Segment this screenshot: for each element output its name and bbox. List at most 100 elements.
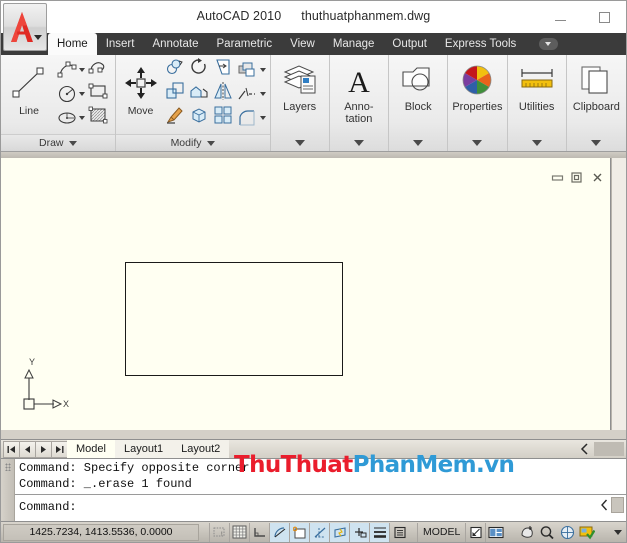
array-flyout-caret-icon[interactable] (259, 67, 266, 72)
panel-block-caret-icon[interactable] (413, 140, 424, 146)
panel-properties-caret-icon[interactable] (472, 140, 483, 146)
tab-output[interactable]: Output (383, 33, 436, 55)
mirror-icon (213, 81, 233, 106)
layout-tab-layout2[interactable]: Layout2 (172, 440, 230, 458)
dynamic-input-toggle[interactable] (349, 522, 369, 542)
tab-express-tools[interactable]: Express Tools (436, 33, 525, 55)
layout-bar-right (580, 440, 626, 458)
polyline-button[interactable] (86, 58, 109, 81)
nav-last-button[interactable] (51, 440, 68, 458)
hatch-button[interactable] (86, 106, 109, 129)
panel-annotation[interactable]: A Anno- tation (330, 55, 390, 151)
panel-layers-caret-icon[interactable] (294, 140, 305, 146)
fillet-flyout-caret-icon[interactable] (259, 115, 266, 120)
move-button[interactable]: Move (120, 58, 162, 117)
panel-utilities-caret-icon[interactable] (531, 140, 542, 146)
zoom-button[interactable] (537, 523, 557, 542)
layout-tab-model[interactable]: Model (67, 440, 115, 458)
tab-manage[interactable]: Manage (324, 33, 384, 55)
pan-button[interactable] (517, 523, 537, 542)
drawing-close-button[interactable] (591, 171, 604, 184)
mirror-button[interactable] (212, 82, 235, 105)
scale-button[interactable] (164, 82, 187, 105)
circle-flyout-caret-icon[interactable] (79, 91, 85, 96)
infer-constraints-toggle[interactable]: ! (209, 522, 229, 542)
arc-flyout-caret-icon[interactable] (79, 67, 85, 72)
nav-prev-button[interactable] (19, 440, 36, 458)
explode-button[interactable] (188, 106, 211, 129)
model-space-button[interactable]: MODEL (417, 522, 465, 542)
clean-screen-button[interactable] (577, 523, 597, 542)
status-bar-overflow-caret-icon[interactable] (614, 529, 622, 535)
panel-utilities[interactable]: Utilities (508, 55, 567, 151)
line-button[interactable]: Line (5, 58, 53, 117)
fillet-button[interactable] (236, 106, 266, 129)
circle-button[interactable] (55, 82, 85, 105)
panel-properties[interactable]: Properties (448, 55, 508, 151)
coordinates-display[interactable]: 1425.7234, 1413.5536, 0.0000 (3, 523, 199, 541)
snap-grid-toggle[interactable] (229, 522, 249, 542)
move-icon (121, 60, 161, 106)
array-button[interactable] (236, 58, 266, 81)
panel-layers[interactable]: Layers (271, 55, 330, 151)
stretch-button[interactable] (188, 82, 211, 105)
drawing-minimize-button[interactable] (551, 171, 564, 184)
nav-next-button[interactable] (35, 440, 52, 458)
command-line-grip[interactable] (1, 459, 15, 521)
maximize-button[interactable] (582, 1, 626, 33)
copy-button[interactable] (164, 58, 187, 81)
ellipse-flyout-caret-icon[interactable] (79, 115, 85, 120)
chevron-left-icon[interactable] (580, 443, 590, 455)
steering-wheel-button[interactable] (557, 523, 577, 542)
lineweight-toggle[interactable] (369, 522, 389, 542)
layout-scroll-thumb[interactable] (594, 442, 624, 456)
infer-constraints-icon: ! (213, 527, 225, 538)
application-menu-button[interactable] (3, 3, 47, 51)
ellipse-button[interactable] (55, 106, 85, 129)
osnap-tracking-toggle[interactable] (309, 522, 329, 542)
viewport-scale-button[interactable] (465, 522, 485, 542)
command-chevron-left-icon[interactable] (600, 499, 609, 511)
rectangle-button[interactable] (86, 82, 109, 105)
drawing-canvas[interactable]: revcloud Y X (1, 158, 611, 430)
offset-button[interactable] (212, 106, 235, 129)
panel-modify-caret-icon[interactable] (206, 140, 215, 146)
rectangle-object[interactable] (125, 262, 343, 376)
tab-insert[interactable]: Insert (97, 33, 144, 55)
panel-modify-title[interactable]: Modify (115, 134, 270, 151)
command-scroll-thumb[interactable] (611, 497, 624, 513)
tab-view[interactable]: View (281, 33, 324, 55)
erase-button[interactable] (164, 106, 187, 129)
tab-parametric[interactable]: Parametric (208, 33, 282, 55)
command-history[interactable]: Command: Specify opposite corner: Comman… (15, 459, 626, 521)
minimize-button[interactable] (538, 1, 582, 33)
object-snap-toggle[interactable] (289, 522, 309, 542)
panel-annotation-caret-icon[interactable] (353, 140, 364, 146)
polar-tracking-toggle[interactable] (269, 522, 289, 542)
layout-tab-layout1[interactable]: Layout1 (114, 440, 173, 458)
ortho-toggle[interactable] (249, 522, 269, 542)
circle-icon (55, 82, 78, 105)
panel-clipboard-caret-icon[interactable] (591, 140, 602, 146)
drawing-restore-button[interactable] (571, 171, 584, 184)
canvas-vertical-scrollbar[interactable] (611, 158, 626, 430)
panel-block-label: Block (404, 101, 432, 113)
arc-button[interactable] (55, 58, 85, 81)
break-flyout-caret-icon[interactable] (259, 91, 266, 96)
tab-home[interactable]: Home (48, 33, 97, 55)
panel-block[interactable]: Block (389, 55, 449, 151)
command-prompt[interactable]: Command: (19, 499, 77, 515)
layout-tab-layout1-label: Layout1 (123, 443, 164, 455)
panel-clipboard[interactable]: Clipboard (567, 55, 626, 151)
workspace-switch-button[interactable] (485, 522, 505, 542)
nav-first-button[interactable] (3, 440, 20, 458)
chevron-down-icon[interactable] (539, 38, 559, 50)
tab-annotate[interactable]: Annotate (143, 33, 207, 55)
break-button[interactable] (236, 82, 266, 105)
panel-draw-caret-icon[interactable] (68, 140, 77, 146)
dynamic-ucs-toggle[interactable] (329, 522, 349, 542)
rotate-button[interactable] (188, 58, 211, 81)
panel-draw-title[interactable]: Draw (1, 134, 115, 151)
quick-properties-toggle[interactable] (389, 522, 409, 542)
trim-button[interactable] (212, 58, 235, 81)
